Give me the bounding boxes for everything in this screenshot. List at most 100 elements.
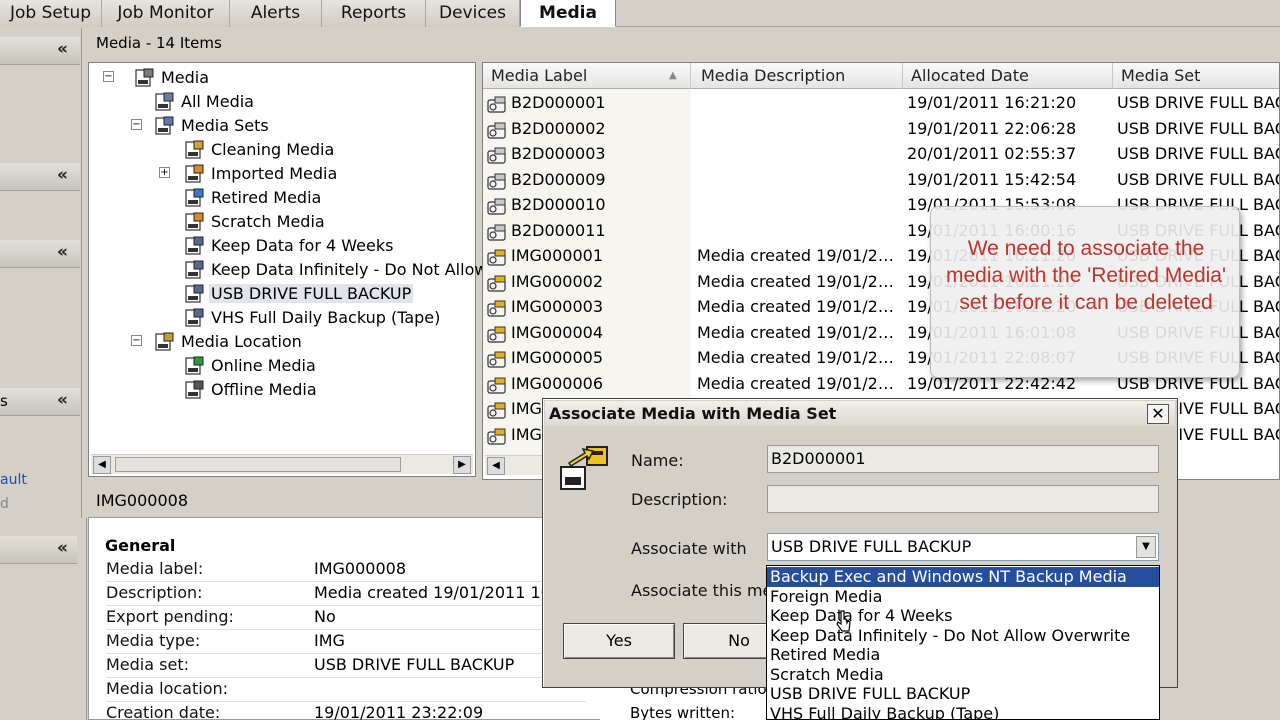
media-root-icon <box>135 68 154 87</box>
property-value: IMG000008 <box>314 559 406 578</box>
cell-media-set: USB DRIVE FULL BACKUP <box>1117 93 1279 112</box>
dropdown-option[interactable]: USB DRIVE FULL BACKUP <box>767 684 1159 704</box>
property-row: Export pending: No <box>106 607 596 631</box>
tab-alerts[interactable]: Alerts <box>230 0 322 27</box>
cell-media-description: Media created 19/01/2011 16:21:20 <box>697 348 897 367</box>
scroll-right-icon[interactable]: ▶ <box>453 456 471 474</box>
tree-horizontal-scrollbar[interactable]: ◀ ▶ <box>91 454 473 474</box>
table-row[interactable]: B2D000002 19/01/2011 22:06:28 USB DRIVE FU… <box>483 116 1279 141</box>
cell-media-description: Media created 19/01/2011 16:21:20 <box>697 373 897 393</box>
collapse-chevron-icon[interactable]: « <box>57 390 68 410</box>
table-row[interactable]: B2D000009 19/01/2011 15:42:54 USB DRIVE FU… <box>483 167 1279 192</box>
media-tree: Media − All Media Media Sets − Cleaning Media… <box>88 62 505 477</box>
collapse-chevron-icon[interactable]: « <box>57 242 68 262</box>
disk-media-icon <box>487 173 506 190</box>
tab-devices[interactable]: Devices <box>426 0 520 27</box>
chevron-down-icon[interactable]: ▼ <box>1136 536 1156 558</box>
dropdown-option[interactable]: Retired Media <box>767 645 1159 665</box>
tree-node-label: Scratch Media <box>211 212 325 231</box>
offline-media-icon <box>185 380 204 399</box>
disk-media-icon <box>487 147 506 164</box>
property-key: Media set: <box>106 655 189 674</box>
property-key: Media type: <box>106 631 201 650</box>
list-horizontal-scrollbar[interactable]: ◀ <box>485 455 545 475</box>
task-pane-section-5[interactable]: « <box>0 536 80 564</box>
property-row: Media set: USB DRIVE FULL BACKUP <box>106 655 596 679</box>
cell-media-label: IMG000001 <box>511 246 603 265</box>
collapse-icon[interactable]: − <box>131 335 142 346</box>
property-value: 19/01/2011 23:22:09 <box>314 703 484 720</box>
collapse-icon[interactable]: − <box>131 119 142 130</box>
scroll-left-icon[interactable]: ◀ <box>487 457 505 475</box>
dropdown-option[interactable]: Backup Exec and Windows NT Backup Media <box>767 567 1159 587</box>
column-header-allocated-date[interactable]: Allocated Date <box>903 63 1113 89</box>
tutorial-callout: We need to associate the media with the … <box>930 206 1240 378</box>
collapse-chevron-icon[interactable]: « <box>57 165 68 185</box>
dropdown-option[interactable]: Keep Data for 4 Weeks <box>767 606 1159 626</box>
scroll-left-icon[interactable]: ◀ <box>93 456 111 474</box>
dropdown-option[interactable]: Foreign Media <box>767 587 1159 607</box>
dropdown-option[interactable]: Keep Data Infinitely - Do Not Allow Over… <box>767 626 1159 646</box>
splitter[interactable] <box>77 518 87 720</box>
property-row: Media type: IMG <box>106 631 596 655</box>
task-pane-section-2[interactable]: « <box>0 163 80 191</box>
cell-media-label: IMG000002 <box>511 271 603 291</box>
description-field[interactable] <box>767 485 1159 513</box>
cell-media-set: USB DRIVE FULL BACKUP <box>1117 144 1279 163</box>
table-row[interactable]: B2D000003 20/01/2011 02:55:37 USB DRIVE FU… <box>483 141 1279 166</box>
media-set-select[interactable]: USB DRIVE FULL BACKUP ▼ <box>767 533 1159 561</box>
collapse-icon[interactable]: − <box>103 71 114 82</box>
column-header-media-set[interactable]: Media Set <box>1113 63 1279 89</box>
name-label: Name: <box>631 451 684 470</box>
image-media-icon <box>487 275 506 292</box>
dropdown-option[interactable]: Scratch Media <box>767 665 1159 685</box>
cell-media-label: B2D000001 <box>511 93 606 112</box>
tab-reports[interactable]: Reports <box>322 0 426 27</box>
property-key: Export pending: <box>106 607 234 626</box>
property-row: Description: Media created 19/01/2011 16:… <box>106 583 596 607</box>
property-key: Description: <box>106 583 203 602</box>
list-header: Media Label ▲ Media Description Allocate… <box>483 63 1279 89</box>
image-media-icon <box>487 300 506 317</box>
cell-media-label: B2D000009 <box>511 169 606 189</box>
task-link[interactable]: ault <box>0 472 27 488</box>
task-pane: « « « s « ault d « <box>0 28 82 720</box>
disk-media-icon <box>487 96 506 113</box>
imported-media-icon <box>185 164 204 183</box>
dropdown-option[interactable]: VHS Full Daily Backup (Tape) <box>767 704 1159 719</box>
yes-button[interactable]: Yes <box>563 623 675 659</box>
selected-item-title: IMG000008 <box>96 491 188 510</box>
retired-media-icon <box>185 188 204 207</box>
column-header-media-description[interactable]: Media Description <box>693 63 903 89</box>
expand-icon[interactable]: + <box>159 167 170 178</box>
properties-section-title: General <box>105 536 176 555</box>
media-set-icon <box>185 260 204 279</box>
dialog-title-bar[interactable]: Associate Media with Media Set ✕ <box>545 401 1175 426</box>
cell-media-label: IMG000004 <box>511 322 603 342</box>
task-pane-section-4[interactable]: s « <box>0 388 80 416</box>
task-pane-section-1[interactable]: « <box>0 37 80 65</box>
close-icon[interactable]: ✕ <box>1147 404 1169 424</box>
associate-media-icon <box>560 446 608 490</box>
image-media-icon <box>487 377 506 394</box>
cell-allocated-date: 20/01/2011 02:55:37 <box>907 144 1077 163</box>
cell-media-label: IMG000005 <box>511 348 603 367</box>
image-media-icon <box>487 351 506 368</box>
tab-media[interactable]: Media <box>520 0 616 27</box>
tree-node-label: Offline Media <box>211 380 317 399</box>
scroll-thumb[interactable] <box>115 457 401 472</box>
tab-job-setup[interactable]: Job Setup <box>0 0 102 27</box>
tab-job-monitor[interactable]: Job Monitor <box>102 0 230 27</box>
table-row[interactable]: B2D000001 19/01/2011 16:21:20 USB DRIVE FU… <box>483 90 1279 115</box>
column-header-media-label[interactable]: Media Label ▲ <box>483 63 691 89</box>
task-text: d <box>0 496 9 512</box>
collapse-chevron-icon[interactable]: « <box>57 538 68 558</box>
cell-media-label: B2D000002 <box>511 118 606 138</box>
media-sets-icon <box>155 116 174 135</box>
collapse-chevron-icon[interactable]: « <box>57 39 68 59</box>
disk-media-icon <box>487 224 506 241</box>
task-pane-section-3[interactable]: « <box>0 240 80 268</box>
cell-media-description: Media created 19/01/2011 16:21:20 <box>697 297 897 316</box>
media-set-icon <box>185 308 204 327</box>
cell-media-label: IMG000003 <box>511 297 603 316</box>
